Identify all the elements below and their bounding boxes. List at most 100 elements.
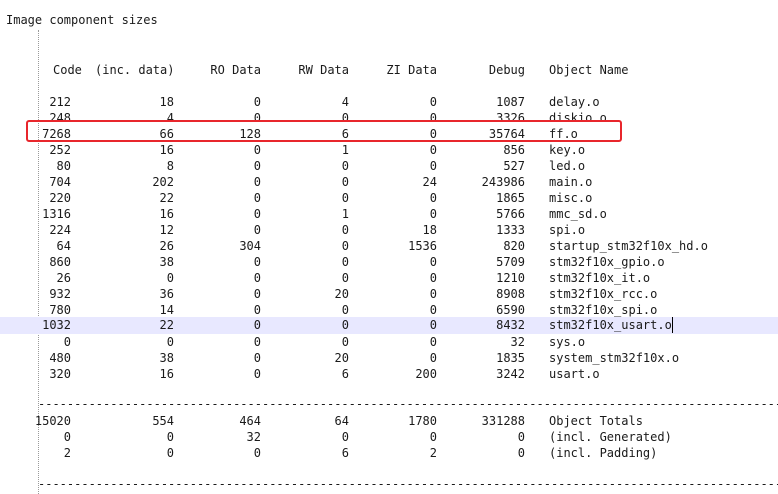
- cell-zi-data: 24: [422, 175, 437, 189]
- cell-inc-data: 26: [159, 239, 174, 253]
- cell-debug: 856: [503, 143, 525, 157]
- cell-code: 224: [49, 223, 71, 237]
- cell-code: 932: [49, 287, 71, 301]
- cell-object-name: stm32f10x_it.o: [549, 271, 651, 285]
- cell-code: 704: [49, 175, 71, 189]
- cell-rw-data: 0: [341, 271, 349, 285]
- cell-rw-data: 64: [334, 414, 349, 428]
- cell-inc-data: 14: [159, 303, 174, 317]
- cell-inc-data: 0: [166, 446, 174, 460]
- cell-object-name: stm32f10x_spi.o: [549, 303, 658, 317]
- cell-object-name: key.o: [549, 143, 586, 157]
- cell-ro-data: 0: [253, 175, 261, 189]
- table-row[interactable]: 704 202 0 0 24 243986 main.o: [0, 174, 778, 190]
- cell-debug: 5766: [496, 207, 525, 221]
- table-row[interactable]: 0 0 0 0 0 32 sys.o: [0, 334, 778, 350]
- cell-object-name: (incl. Generated): [549, 430, 672, 444]
- cell-debug: 1333: [496, 223, 525, 237]
- cell-ro-data: 0: [253, 446, 261, 460]
- cell-ro-data: 0: [253, 191, 261, 205]
- cell-zi-data: 0: [429, 159, 437, 173]
- cell-ro-data: 0: [253, 318, 261, 332]
- cell-zi-data: 0: [429, 95, 437, 109]
- cell-inc-data: 22: [159, 318, 174, 332]
- cell-ro-data: 0: [253, 303, 261, 317]
- cell-code: 480: [49, 351, 71, 365]
- cell-ro-data: 32: [246, 430, 261, 444]
- cell-zi-data: 0: [429, 191, 437, 205]
- cell-zi-data: 0: [429, 351, 437, 365]
- cell-inc-data: 0: [166, 430, 174, 444]
- cell-inc-data: 38: [159, 351, 174, 365]
- table-row[interactable]: 780 14 0 0 0 6590 stm32f10x_spi.o: [0, 302, 778, 318]
- cell-object-name: (incl. Padding): [549, 446, 658, 460]
- cell-inc-data: 0: [166, 271, 174, 285]
- cell-rw-data: 6: [341, 446, 349, 460]
- cell-code: 1032: [42, 318, 71, 332]
- cell-zi-data: 0: [429, 303, 437, 317]
- table-row[interactable]: 26 0 0 0 0 1210 stm32f10x_it.o: [0, 270, 778, 286]
- table-row[interactable]: 80 8 0 0 0 527 led.o: [0, 158, 778, 174]
- cell-debug: 1210: [496, 271, 525, 285]
- table-row[interactable]: 1032 22 0 0 0 8432 stm32f10x_usart.o: [0, 317, 778, 334]
- table-row[interactable]: 224 12 0 0 18 1333 spi.o: [0, 222, 778, 238]
- cell-debug: 0: [517, 430, 525, 444]
- cell-ro-data: 0: [253, 271, 261, 285]
- totals-row[interactable]: 0 0 32 0 0 0 (incl. Generated): [0, 429, 778, 445]
- cell-code: 2: [63, 446, 71, 460]
- cell-rw-data: 1: [341, 207, 349, 221]
- cell-rw-data: 0: [341, 430, 349, 444]
- cell-debug: 5709: [496, 255, 525, 269]
- cell-rw-data: 0: [341, 255, 349, 269]
- cell-rw-data: 20: [334, 351, 349, 365]
- cell-code: 860: [49, 255, 71, 269]
- cell-inc-data: 36: [159, 287, 174, 301]
- cell-inc-data: 12: [159, 223, 174, 237]
- table-row[interactable]: 480 38 0 20 0 1835 system_stm32f10x.o: [0, 350, 778, 366]
- table-row[interactable]: 212 18 0 4 0 1087 delay.o: [0, 94, 778, 110]
- cell-debug: 6590: [496, 303, 525, 317]
- cell-ro-data: 0: [253, 223, 261, 237]
- table-row[interactable]: 860 38 0 0 0 5709 stm32f10x_gpio.o: [0, 254, 778, 270]
- cell-object-name: stm32f10x_usart.o: [549, 317, 673, 333]
- cell-ro-data: 464: [239, 414, 261, 428]
- cell-debug: 820: [503, 239, 525, 253]
- table-row[interactable]: 932 36 0 20 0 8908 stm32f10x_rcc.o: [0, 286, 778, 302]
- cell-debug: 1865: [496, 191, 525, 205]
- cell-zi-data: 0: [429, 318, 437, 332]
- cell-inc-data: 16: [159, 207, 174, 221]
- cell-ro-data: 0: [253, 207, 261, 221]
- cell-code: 1316: [42, 207, 71, 221]
- cell-object-name: startup_stm32f10x_hd.o: [549, 239, 708, 253]
- totals-row[interactable]: 2 0 0 6 2 0 (incl. Padding): [0, 445, 778, 461]
- totals-row[interactable]: 15020 554 464 64 1780 331288 Object Totals: [0, 413, 778, 429]
- table-row[interactable]: 220 22 0 0 0 1865 misc.o: [0, 190, 778, 206]
- cell-code: 15020: [34, 414, 71, 428]
- header-ro-data: RO Data: [210, 63, 261, 77]
- cell-code: 252: [49, 143, 71, 157]
- cell-inc-data: 16: [159, 367, 174, 381]
- cell-zi-data: 0: [429, 255, 437, 269]
- table-row[interactable]: 64 26 304 0 1536 820 startup_stm32f10x_hd.o: [0, 238, 778, 254]
- cell-rw-data: 4: [341, 95, 349, 109]
- cell-zi-data: 0: [429, 143, 437, 157]
- cell-inc-data: 0: [166, 335, 174, 349]
- table-row[interactable]: 320 16 0 6 200 3242 usart.o: [0, 366, 778, 382]
- cell-debug: 527: [503, 159, 525, 173]
- cell-ro-data: 0: [253, 367, 261, 381]
- cell-ro-data: 0: [253, 95, 261, 109]
- cell-zi-data: 200: [415, 367, 437, 381]
- cell-rw-data: 0: [341, 223, 349, 237]
- cell-rw-data: 0: [341, 159, 349, 173]
- cell-code: 0: [63, 430, 71, 444]
- cell-zi-data: 18: [422, 223, 437, 237]
- page-title: Image component sizes: [6, 13, 158, 27]
- cell-object-name: Object Totals: [549, 414, 643, 428]
- table-row[interactable]: 252 16 0 1 0 856 key.o: [0, 142, 778, 158]
- cell-zi-data: 2: [429, 446, 437, 460]
- table-row[interactable]: 1316 16 0 1 0 5766 mmc_sd.o: [0, 206, 778, 222]
- cell-rw-data: 6: [341, 367, 349, 381]
- cell-debug: 0: [517, 446, 525, 460]
- highlight-annotation: [26, 120, 622, 142]
- cell-object-name: usart.o: [549, 367, 600, 381]
